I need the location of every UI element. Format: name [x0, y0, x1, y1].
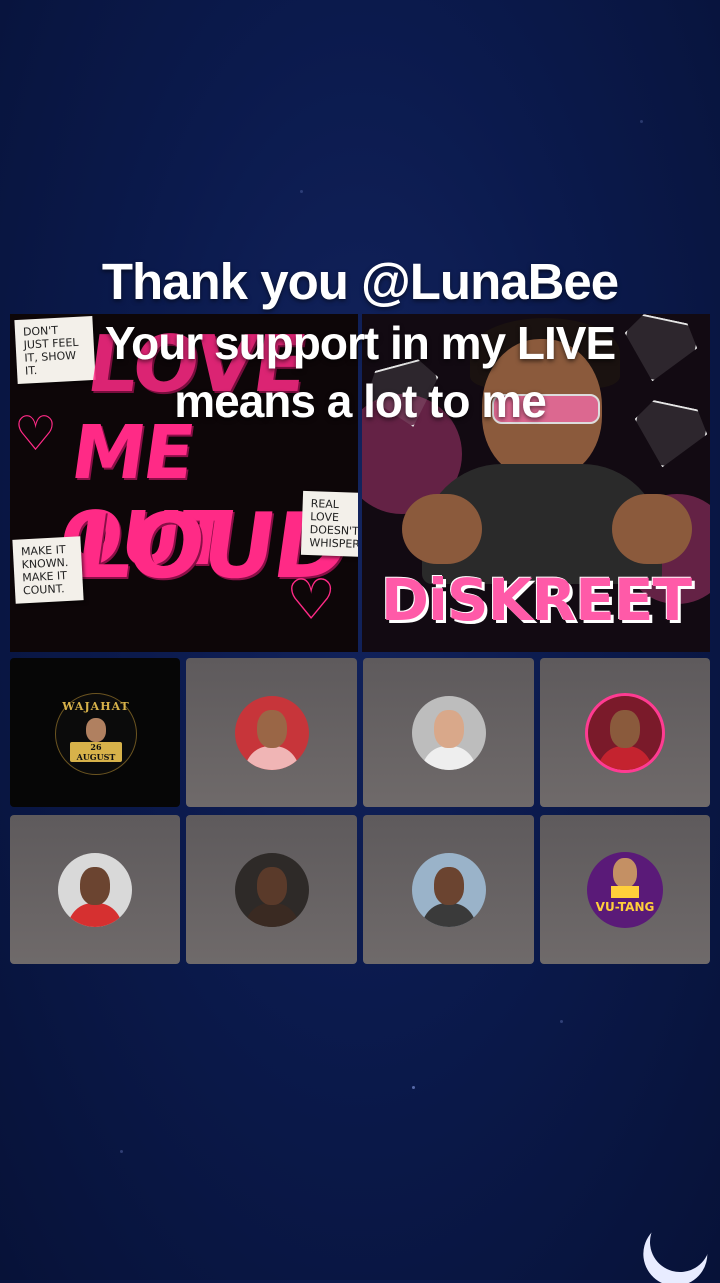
avatar-face	[256, 709, 287, 748]
avatar-torso	[421, 902, 476, 927]
avatar-face	[433, 866, 464, 905]
avatar-torso	[68, 902, 122, 927]
avatar-label: VU-TANG	[595, 899, 655, 914]
poster-name: WAJAHAT	[62, 699, 130, 713]
avatar-face	[256, 866, 287, 905]
guest-slot[interactable]	[363, 658, 534, 807]
guest-avatar	[58, 852, 132, 927]
guest-slot[interactable]	[363, 815, 534, 964]
heart-icon: ♡	[14, 406, 58, 462]
guest-grid: WAJAHAT 26 AUGUST VU-TANG	[10, 658, 710, 964]
avatar-face	[80, 866, 110, 905]
guest-avatar: VU-TANG	[587, 851, 663, 928]
thank-you-text: Thank you @LunaBee	[101, 253, 619, 310]
guest-slot[interactable]	[186, 658, 357, 807]
guest-slot[interactable]	[10, 815, 180, 964]
avatar-face	[613, 857, 637, 888]
note-mid: REAL LOVE DOESN'T WHISPER.	[300, 490, 358, 558]
avatar-face	[433, 709, 464, 748]
live-screen: { "overlay": { "thank_you": "Thank you @…	[0, 0, 720, 1280]
character-arm	[612, 494, 692, 564]
poster-date: 26 AUGUST	[70, 741, 122, 762]
avatar-torso	[244, 902, 299, 927]
character-arm	[402, 494, 482, 564]
avatar-torso	[421, 745, 476, 770]
guest-avatar: WAJAHAT 26 AUGUST	[55, 692, 137, 775]
guest-avatar	[411, 852, 486, 927]
avatar-torso	[598, 745, 652, 770]
guest-slot[interactable]	[186, 815, 357, 964]
note-bottom: MAKE IT KNOWN. MAKE IT COUNT.	[12, 536, 84, 604]
avatar-sign	[611, 885, 639, 898]
heart-icon: ♡	[286, 568, 337, 633]
guest-avatar	[411, 695, 486, 770]
guest-slot[interactable]: WAJAHAT 26 AUGUST	[10, 658, 180, 807]
guest-avatar	[234, 852, 309, 927]
guest-avatar	[588, 695, 662, 770]
support-message: Your support in my LIVE means a lot to m…	[104, 317, 616, 427]
guest-slot[interactable]	[540, 658, 710, 807]
poster-face	[86, 717, 106, 742]
guest-avatar	[234, 695, 309, 770]
avatar-face	[610, 709, 640, 748]
avatar-torso	[244, 745, 299, 770]
guest-slot[interactable]: VU-TANG	[540, 815, 710, 964]
brand-logo: DiSKREET	[380, 566, 692, 634]
